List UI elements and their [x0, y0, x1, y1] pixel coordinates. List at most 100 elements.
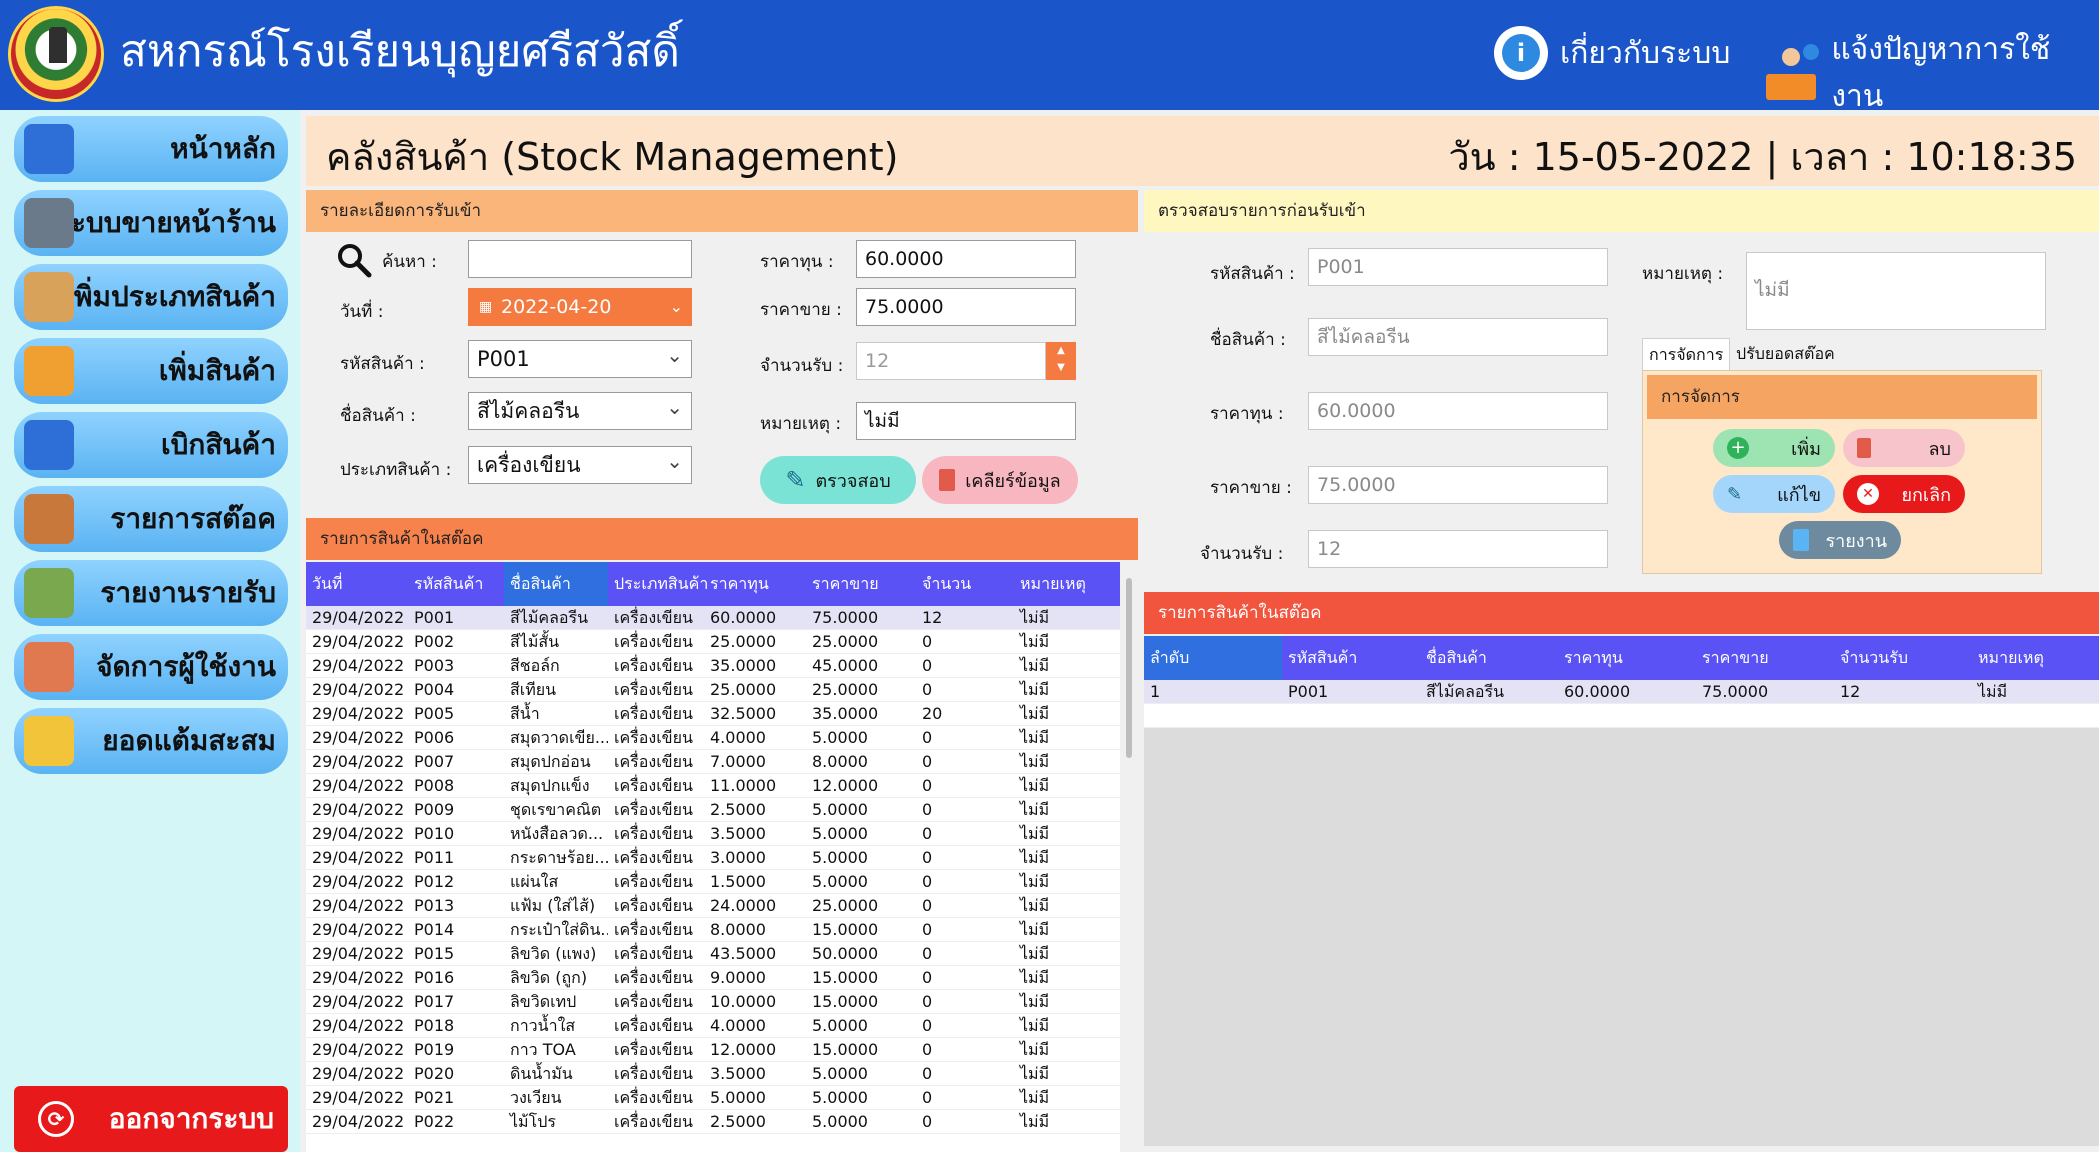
column-header[interactable]: ราคาขาย — [1696, 636, 1834, 680]
about-system-link[interactable]: i เกี่ยวกับระบบ — [1494, 26, 1730, 80]
table-cell: สีชอล์ก — [510, 656, 560, 675]
table-row[interactable]: 29/04/2022 P003 สีชอล์ก เครื่องเขียน 35.0000… — [306, 654, 1120, 678]
table-row[interactable]: 29/04/2022 P022 ไม้โปร เครื่องเขียน 2.5000 5.… — [306, 1110, 1120, 1134]
table-row[interactable]: 29/04/2022 P014 กระเป๋าใส่ดิน... เครื่องเขี… — [306, 918, 1120, 942]
stock-table[interactable]: วันที่ รหัสสินค้า ชื่อสินค้า ประเภทสินค้า รา… — [306, 562, 1120, 1152]
logout-button[interactable]: ⟳ ออกจากระบบ — [14, 1086, 288, 1152]
table-row[interactable]: 29/04/2022 P007 สมุดปกอ่อน เครื่องเขียน 7.00… — [306, 750, 1120, 774]
sidebar-item-3[interactable]: เพิ่มประเภทสินค้า — [14, 264, 288, 330]
column-header[interactable]: ชื่อสินค้า — [504, 562, 608, 606]
column-header[interactable]: ราคาขาย — [806, 562, 916, 606]
stock-table-scrollbar[interactable] — [1126, 578, 1132, 758]
table-row[interactable]: 29/04/2022 P001 สีไม้คลอรีน เครื่องเขียน 60.… — [306, 606, 1120, 630]
column-header[interactable]: ลำดับ — [1144, 636, 1282, 680]
table-row[interactable]: 29/04/2022 P018 กาวน้ำใส เครื่องเขียน 4.0000… — [306, 1014, 1120, 1038]
table-row[interactable]: 29/04/2022 P002 สีไม้สั้น เครื่องเขียน 25.00… — [306, 630, 1120, 654]
sidebar-item-7[interactable]: รายงานรายรับ — [14, 560, 288, 626]
table-cell: 29/04/2022 — [312, 632, 405, 651]
column-header[interactable]: ประเภทสินค้า — [608, 562, 708, 606]
table-cell: 7.0000 — [710, 752, 766, 771]
verify-cost-field[interactable]: 60.0000 — [1308, 392, 1608, 430]
tab-management[interactable]: การจัดการ — [1642, 338, 1731, 370]
table-row[interactable]: 29/04/2022 P010 หนังสือลวด... เครื่องเขียน 3… — [306, 822, 1120, 846]
check-button[interactable]: ✎ ตรวจสอบ — [760, 456, 916, 504]
sidebar-item-6[interactable]: รายการสต๊อค — [14, 486, 288, 552]
table-row[interactable]: 29/04/2022 P013 แฟ้ม (ใส่ไส้) เครื่องเขียน 2… — [306, 894, 1120, 918]
sidebar-item-5[interactable]: เบิกสินค้า — [14, 412, 288, 478]
verify-price-field[interactable]: 75.0000 — [1308, 466, 1608, 504]
table-row[interactable]: 29/04/2022 P011 กระดาษร้อย... เครื่องเขียน 3… — [306, 846, 1120, 870]
column-header[interactable]: จำนวน — [916, 562, 1014, 606]
add-button[interactable]: + เพิ่ม — [1713, 429, 1835, 467]
table-row[interactable]: 29/04/2022 P004 สีเทียน เครื่องเขียน 25.0000… — [306, 678, 1120, 702]
verify-note-field[interactable]: ไม่มี — [1746, 252, 2046, 330]
table-row[interactable]: 29/04/2022 P016 ลิขวิด (ถูก) เครื่องเขียน 9.… — [306, 966, 1120, 990]
table-cell: เครื่องเขียน — [614, 920, 693, 939]
table-cell: 0 — [922, 848, 933, 867]
table-row[interactable]: 29/04/2022 P012 แผ่นใส เครื่องเขียน 1.5000 5.… — [306, 870, 1120, 894]
table-cell: ดินน้ำมัน — [510, 1064, 573, 1083]
table-cell: 0 — [922, 752, 933, 771]
sidebar-item-4[interactable]: เพิ่มสินค้า — [14, 338, 288, 404]
table-cell: P006 — [414, 728, 455, 747]
sidebar-item-8[interactable]: จัดการผู้ใช้งาน — [14, 634, 288, 700]
sidebar-item-9[interactable]: ยอดแต้มสะสม — [14, 708, 288, 774]
column-header[interactable]: วันที่ — [306, 562, 408, 606]
category-select[interactable]: เครื่องเขียน — [468, 443, 692, 484]
column-header[interactable]: จำนวนรับ — [1834, 636, 1972, 680]
quantity-input[interactable]: 12 — [856, 342, 1046, 380]
column-header[interactable]: ชื่อสินค้า — [1420, 636, 1558, 680]
table-cell: 0 — [922, 1064, 933, 1083]
table-cell: 8.0000 — [812, 752, 868, 771]
column-header[interactable]: ราคาทุน — [1558, 636, 1696, 680]
table-cell: ไม่มี — [1020, 800, 1050, 819]
cancel-button[interactable]: ✕ ยกเลิก — [1843, 475, 1965, 513]
table-row[interactable]: 29/04/2022 P019 กาว TOA เครื่องเขียน 12.0000… — [306, 1038, 1120, 1062]
product-code-select[interactable]: P001 — [468, 337, 692, 378]
table-row[interactable]: 29/04/2022 P021 วงเวียน เครื่องเขียน 5.0000 5… — [306, 1086, 1120, 1110]
table-row[interactable]: 29/04/2022 P005 สีน้ำ เครื่องเขียน 32.5000 35… — [306, 702, 1120, 726]
sidebar-item-2[interactable]: ระบบขายหน้าร้าน — [14, 190, 288, 256]
pending-table[interactable]: ลำดับ รหัสสินค้า ชื่อสินค้า ราคาทุน ราคาขายจ… — [1144, 636, 2099, 1146]
table-cell: 1.5000 — [710, 872, 766, 891]
price-input[interactable]: 75.0000 — [856, 288, 1076, 326]
cost-input[interactable]: 60.0000 — [856, 240, 1076, 278]
table-cell: 29/04/2022 — [312, 968, 405, 987]
table-row[interactable]: 29/04/2022 P015 ลิขวิด (แพง) เครื่องเขียน 43… — [306, 942, 1120, 966]
clear-button[interactable]: เคลียร์ข้อมูล — [922, 456, 1078, 504]
table-row[interactable]: 29/04/2022 P020 ดินน้ำมัน เครื่องเขียน 3.500… — [306, 1062, 1120, 1086]
verify-code-field[interactable]: P001 — [1308, 248, 1608, 286]
table-row[interactable]: 29/04/2022 P006 สมุดวาดเขีย... เครื่องเขียน… — [306, 726, 1120, 750]
sidebar-item-1[interactable]: หน้าหลัก — [14, 116, 288, 182]
column-header[interactable]: หมายเหตุ — [1014, 562, 1120, 606]
table-cell: P011 — [414, 848, 455, 867]
product-name-select[interactable]: สีไม้คลอรีน — [468, 389, 692, 430]
report-issue-link[interactable]: แจ้งปัญหาการใช้งาน — [1762, 26, 2099, 120]
calendar-icon: ▦ — [479, 299, 493, 315]
table-cell: 29/04/2022 — [312, 752, 405, 771]
delete-button[interactable]: ลบ — [1843, 429, 1965, 467]
quantity-stepper[interactable]: ▲ ▼ — [1046, 342, 1076, 380]
table-row[interactable]: 29/04/2022 P008 สมุดปกแข็ง เครื่องเขียน 11.0… — [306, 774, 1120, 798]
table-cell: 12 — [1840, 682, 1861, 701]
sidebar-item-label: เพิ่มประเภทสินค้า — [64, 280, 276, 313]
column-header[interactable]: รหัสสินค้า — [1282, 636, 1420, 680]
edit-button[interactable]: ✎ แก้ไข — [1713, 475, 1835, 513]
table-cell: เครื่องเขียน — [614, 992, 693, 1011]
table-cell: 29/04/2022 — [312, 800, 405, 819]
verify-name-field[interactable]: สีไม้คลอรีน — [1308, 318, 1608, 356]
column-header[interactable]: หมายเหตุ — [1972, 636, 2099, 680]
report-button[interactable]: รายงาน — [1779, 521, 1901, 559]
column-header[interactable]: ราคาทุน — [704, 562, 806, 606]
tab-adjust-stock[interactable]: ปรับยอดสต๊อค — [1730, 338, 1841, 370]
verify-quantity-field[interactable]: 12 — [1308, 530, 1608, 568]
table-row[interactable]: 29/04/2022 P017 ลิขวิดเทป เครื่องเขียน 10.00… — [306, 990, 1120, 1014]
table-row[interactable]: 1 P001 สีไม้คลอรีน 60.0000 75.0000 12 ไม่มี — [1144, 680, 2099, 704]
table-row[interactable]: 29/04/2022 P009 ชุดเรขาคณิต เครื่องเขียน 2.5… — [306, 798, 1120, 822]
table-cell: 0 — [922, 728, 933, 747]
search-input[interactable] — [468, 240, 692, 278]
note-input[interactable]: ไม่มี — [856, 402, 1076, 440]
column-header[interactable]: รหัสสินค้า — [408, 562, 504, 606]
date-picker[interactable]: ▦ 2022-04-20 ⌄ — [468, 288, 692, 326]
table-cell: ไม่มี — [1020, 1064, 1050, 1083]
